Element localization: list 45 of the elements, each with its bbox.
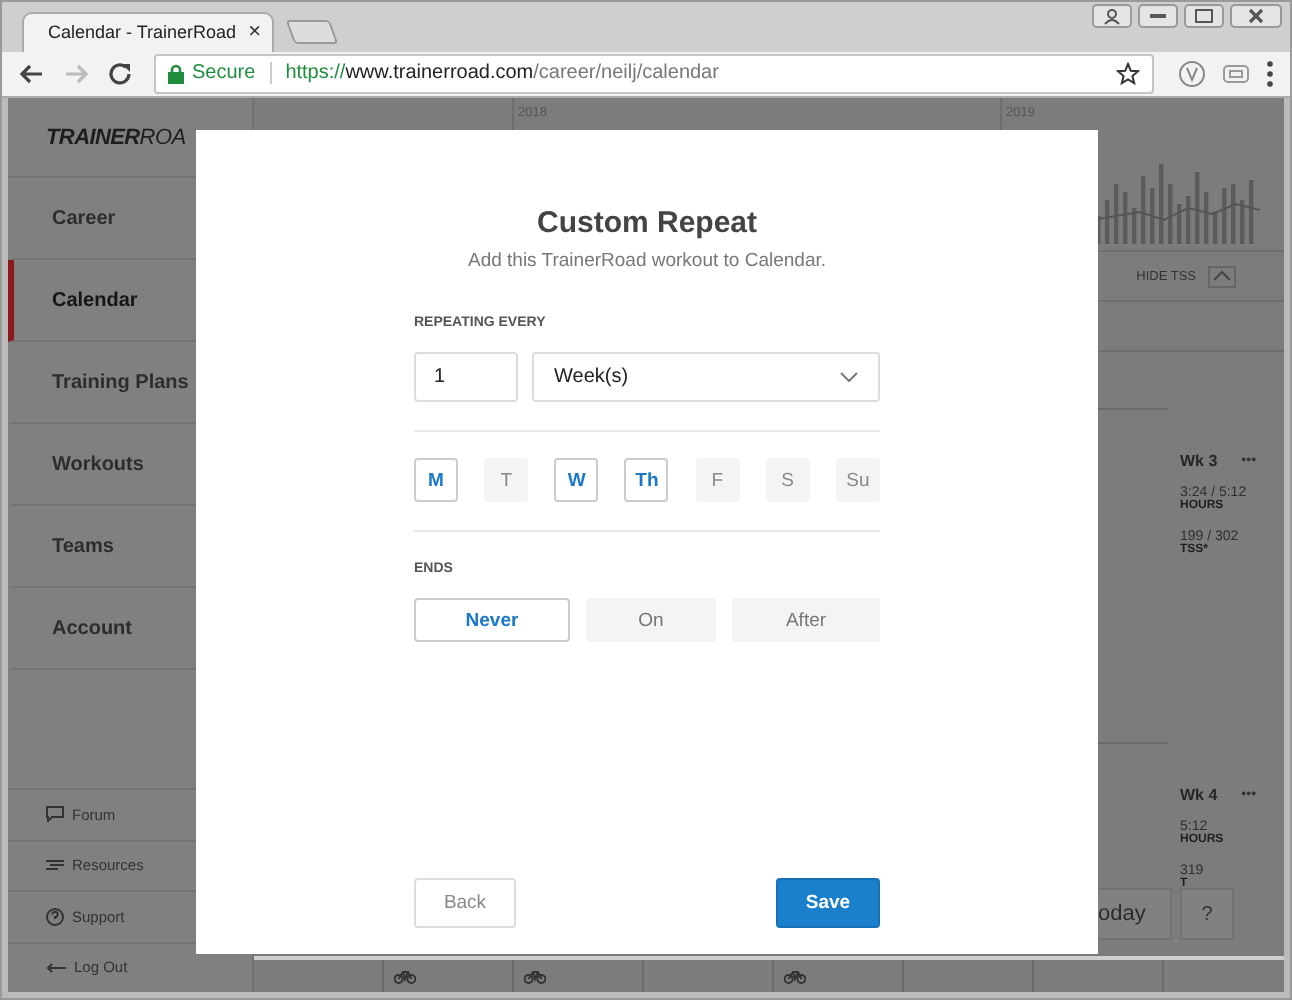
- bike-icon: [784, 969, 806, 983]
- day-toggle[interactable]: Su: [835, 458, 880, 502]
- menu-icon[interactable]: [1266, 59, 1274, 88]
- arrow-left-icon: [46, 961, 66, 974]
- day-toggle[interactable]: W: [554, 458, 599, 502]
- reload-icon[interactable]: [106, 59, 134, 88]
- list-icon: [46, 858, 64, 873]
- today-button[interactable]: oday: [1096, 888, 1172, 940]
- restore-icon[interactable]: [1184, 4, 1224, 28]
- address-bar[interactable]: Secure https://www.trainerroad.com/career/neilj/calendar: [154, 53, 1154, 94]
- bike-icon: [524, 969, 546, 983]
- dialog-subtitle: Add this TrainerRoad workout to Calendar.: [467, 248, 826, 274]
- day-toggle[interactable]: Th: [624, 458, 669, 502]
- chevron-down-icon: [840, 372, 858, 382]
- help-button[interactable]: ?: [1180, 888, 1234, 940]
- ends-option[interactable]: On: [586, 598, 716, 642]
- unit-select[interactable]: Week(s): [532, 352, 880, 402]
- lock-icon: [168, 63, 184, 84]
- save-button[interactable]: Save: [776, 878, 880, 928]
- week-label: Wk 4: [1180, 786, 1218, 804]
- minimize-icon[interactable]: [1138, 4, 1178, 28]
- tab-title: Calendar - TrainerRoad: [48, 22, 237, 43]
- day-toggle[interactable]: M: [414, 458, 458, 502]
- secure-label: Secure: [192, 62, 256, 85]
- extension-icon[interactable]: [1178, 59, 1206, 88]
- interval-input[interactable]: 1: [414, 352, 518, 402]
- star-icon[interactable]: [1116, 61, 1140, 86]
- bike-icon: [394, 969, 416, 983]
- browser-tab[interactable]: Calendar - TrainerRoad ×: [22, 11, 274, 52]
- ends-option[interactable]: Never: [414, 598, 570, 642]
- back-icon[interactable]: [18, 59, 46, 88]
- extension-icon[interactable]: [1222, 61, 1250, 86]
- chat-icon: [46, 806, 64, 823]
- ends-option[interactable]: After: [732, 598, 880, 642]
- day-toggle[interactable]: S: [765, 458, 810, 502]
- help-icon: [46, 907, 64, 926]
- dialog-title: Custom Repeat: [536, 206, 758, 242]
- day-toggle[interactable]: F: [695, 458, 740, 502]
- week-label: Wk 3: [1180, 452, 1218, 470]
- url-text: https://www.trainerroad.com/career/neilj/calendar: [285, 62, 721, 85]
- close-tab-button[interactable]: ×: [248, 20, 261, 45]
- day-toggle[interactable]: T: [484, 458, 529, 502]
- user-icon[interactable]: [1092, 4, 1132, 28]
- back-button[interactable]: Back: [414, 878, 516, 928]
- close-icon[interactable]: [1230, 4, 1282, 28]
